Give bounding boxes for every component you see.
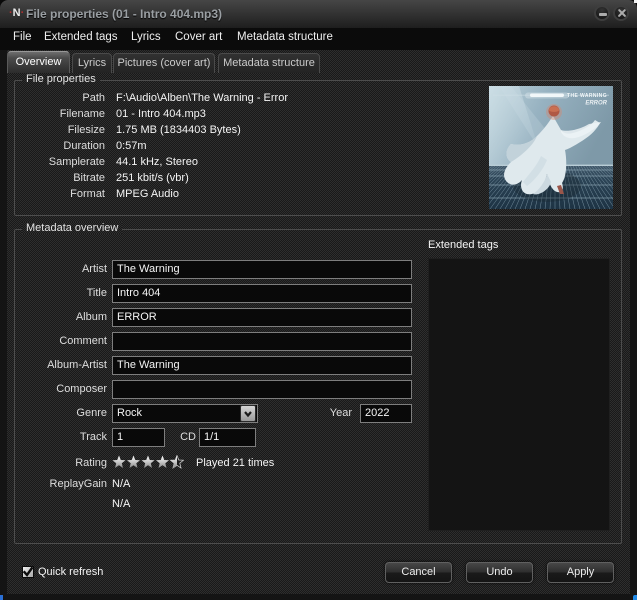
svg-text:THE WARNING: THE WARNING (567, 93, 607, 99)
svg-text:ERROR: ERROR (585, 101, 607, 107)
